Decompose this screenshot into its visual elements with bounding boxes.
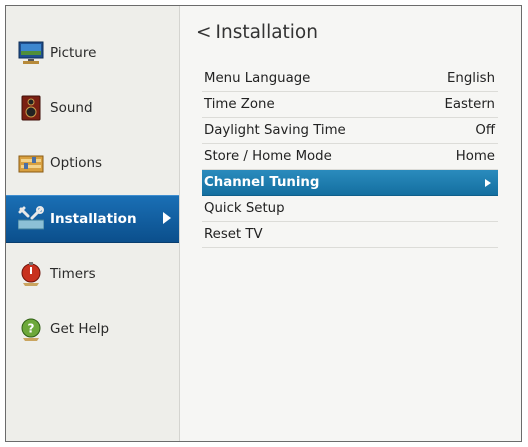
options-icon	[18, 150, 44, 176]
row-label: Menu Language	[204, 71, 311, 86]
row-label: Reset TV	[204, 227, 263, 242]
sidebar-item-label: Sound	[50, 100, 93, 116]
row-channel-tuning[interactable]: Channel Tuning	[202, 170, 498, 196]
row-daylight-saving-time[interactable]: Daylight Saving Time Off	[202, 118, 498, 144]
sidebar-item-timers[interactable]: Timers	[6, 251, 179, 297]
sidebar-item-label: Options	[50, 155, 103, 171]
row-value: Home	[455, 149, 495, 164]
installation-panel: < Installation Menu Language English Time…	[180, 6, 521, 441]
sidebar-item-label: Timers	[50, 266, 96, 282]
sidebar-item-installation[interactable]: Installation	[6, 195, 179, 243]
row-value: Eastern	[444, 97, 495, 112]
row-time-zone[interactable]: Time Zone Eastern	[202, 92, 498, 118]
sidebar-menu: Picture Sound Options Installation Timer…	[6, 6, 180, 441]
tools-icon	[17, 206, 45, 232]
sidebar-item-label: Get Help	[50, 321, 110, 337]
chevron-right-icon	[485, 178, 491, 187]
speaker-icon	[18, 95, 44, 121]
timer-icon	[18, 261, 44, 287]
row-menu-language[interactable]: Menu Language English	[202, 66, 498, 92]
sidebar-item-picture[interactable]: Picture	[6, 30, 179, 76]
row-label: Channel Tuning	[204, 175, 320, 190]
row-label: Daylight Saving Time	[204, 123, 346, 138]
tv-settings-window: Picture Sound Options Installation Timer…	[5, 5, 522, 442]
sidebar-item-get-help[interactable]: ? Get Help	[6, 306, 179, 352]
page-title[interactable]: < Installation	[196, 22, 318, 43]
sidebar-item-label: Installation	[50, 211, 137, 227]
row-quick-setup[interactable]: Quick Setup	[202, 196, 498, 222]
row-label: Store / Home Mode	[204, 149, 332, 164]
row-label: Quick Setup	[204, 201, 285, 216]
row-store-home-mode[interactable]: Store / Home Mode Home	[202, 144, 498, 170]
picture-icon	[18, 40, 44, 66]
sidebar-item-label: Picture	[50, 45, 97, 61]
chevron-right-icon	[163, 212, 171, 224]
back-chevron-icon[interactable]: <	[196, 22, 212, 43]
row-reset-tv[interactable]: Reset TV	[202, 222, 498, 248]
settings-list: Menu Language English Time Zone Eastern …	[202, 66, 498, 248]
svg-text:?: ?	[28, 322, 35, 336]
row-label: Time Zone	[204, 97, 275, 112]
row-value: Off	[475, 123, 495, 138]
sidebar-item-sound[interactable]: Sound	[6, 85, 179, 131]
page-title-text: Installation	[215, 22, 318, 43]
sidebar-item-options[interactable]: Options	[6, 140, 179, 186]
help-icon: ?	[18, 316, 44, 342]
row-value: English	[446, 71, 495, 86]
